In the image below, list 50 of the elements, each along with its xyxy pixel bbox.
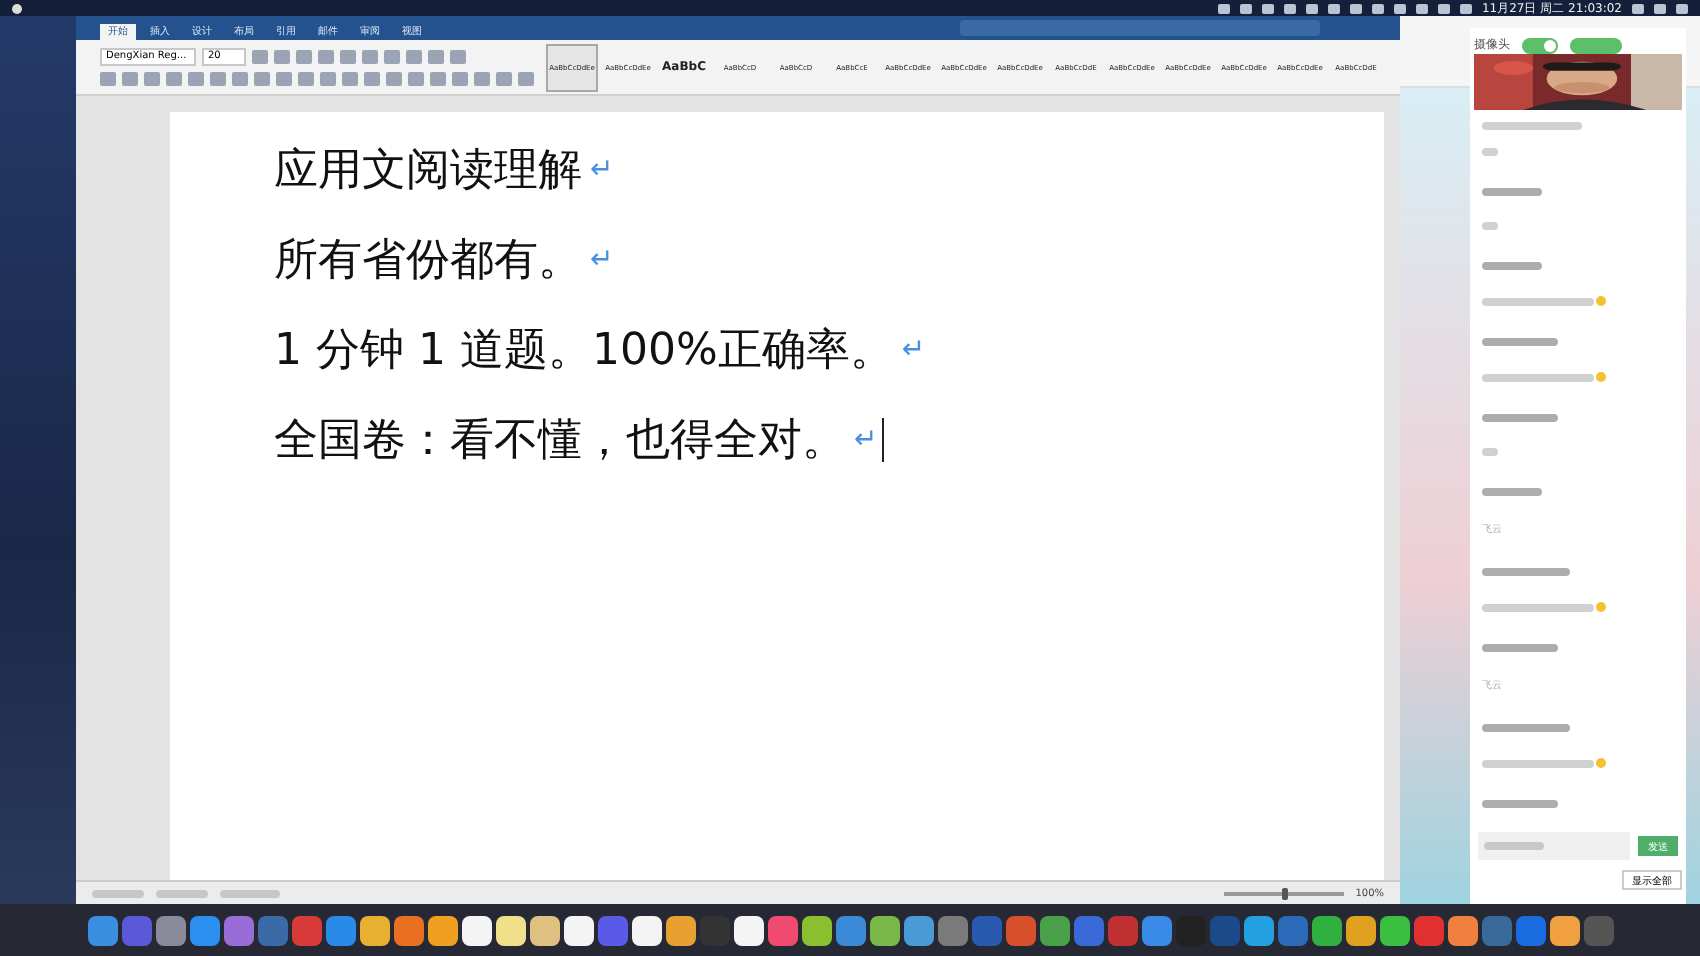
app-icon[interactable] xyxy=(1447,915,1477,945)
blurred-text xyxy=(1482,488,1542,496)
paragraph-text: 应用文阅读理解 xyxy=(274,143,582,199)
blurred-text xyxy=(220,889,280,897)
app-icon[interactable] xyxy=(665,915,695,945)
blurred-text xyxy=(1482,222,1498,230)
paragraph-text: 所有省份都有。 xyxy=(274,233,582,289)
app-icon[interactable] xyxy=(1345,915,1375,945)
app-icon[interactable] xyxy=(563,915,593,945)
app-icon[interactable] xyxy=(869,915,899,945)
app-icon[interactable] xyxy=(733,915,763,945)
app-icon[interactable] xyxy=(359,915,389,945)
paragraph-text: 1 分钟 1 道题。100%正确率。 xyxy=(274,323,894,379)
blurred-text xyxy=(1482,603,1594,611)
paragraph-mark: ↵ xyxy=(590,153,614,185)
blurred-text xyxy=(1482,373,1594,381)
blurred-text xyxy=(1482,297,1594,305)
blurred-text xyxy=(1482,448,1498,456)
app-icon[interactable] xyxy=(495,915,525,945)
blurred-text xyxy=(1482,148,1498,156)
camera-toggle[interactable] xyxy=(1522,37,1558,53)
blurred-text xyxy=(1482,644,1558,652)
blurred-text xyxy=(1482,338,1558,346)
action-button[interactable] xyxy=(1570,37,1622,53)
blurred-text xyxy=(1482,759,1594,767)
paragraph-mark: ↵ xyxy=(590,243,614,275)
blurred-text xyxy=(1482,568,1570,576)
blurred-text xyxy=(1482,414,1558,422)
app-icon[interactable] xyxy=(801,915,831,945)
app-icon[interactable] xyxy=(529,915,559,945)
blurred-text xyxy=(92,889,144,897)
paragraph-text: 全国卷：看不懂，也得全对。 xyxy=(274,413,846,469)
slider-thumb[interactable] xyxy=(1281,887,1288,899)
blurred-text xyxy=(1482,122,1582,130)
app-icon[interactable] xyxy=(1379,915,1409,945)
app-icon[interactable] xyxy=(1549,915,1579,945)
blurred-text xyxy=(1482,188,1542,196)
paragraph-mark: ↵ xyxy=(901,333,926,365)
blurred-text xyxy=(1482,724,1570,732)
search-field[interactable] xyxy=(960,20,1320,36)
message-field[interactable] xyxy=(1478,832,1630,860)
blurred-text xyxy=(1482,800,1558,808)
apple-icon[interactable] xyxy=(12,3,22,13)
blurred-text xyxy=(1484,842,1544,850)
paragraph-mark: ↵ xyxy=(854,423,878,455)
app-icon[interactable] xyxy=(461,915,491,945)
app-icon[interactable] xyxy=(427,915,457,945)
app-icon[interactable] xyxy=(631,915,661,945)
blurred-text xyxy=(1482,262,1542,270)
blurred-text xyxy=(156,889,208,897)
